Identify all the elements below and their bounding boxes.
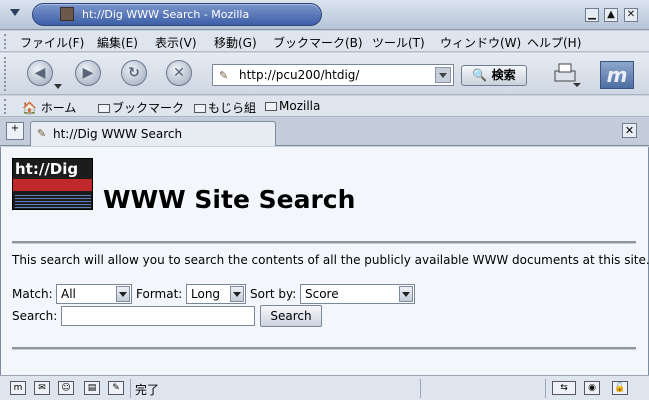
tab-bar: + ✎ ht://Dig WWW Search ✕ <box>0 118 649 146</box>
tab-htdig-search[interactable]: ✎ ht://Dig WWW Search <box>30 121 276 146</box>
online-status-icon[interactable]: ⇆ <box>552 381 576 395</box>
menu-file[interactable]: ファイル(F) <box>20 34 84 51</box>
navbar-grip[interactable] <box>4 57 8 91</box>
close-tab-button[interactable]: ✕ <box>622 123 637 138</box>
logo-lines <box>15 193 91 209</box>
sort-select[interactable]: Score <box>300 284 415 304</box>
privacy-icon[interactable]: ◉ <box>584 381 600 395</box>
search-label: Search: <box>12 309 58 323</box>
security-lock-icon[interactable]: 🔓 <box>612 381 628 395</box>
url-text[interactable]: http://pcu200/htdig/ <box>239 68 359 82</box>
page-title: WWW Site Search <box>103 185 356 214</box>
mozilla-taskbar-icon[interactable]: m <box>10 381 26 395</box>
bookmark-folder-mozilla[interactable]: Mozilla <box>265 99 320 113</box>
search-description: This search will allow you to search the… <box>12 253 649 267</box>
bookmark-folder-label: ブックマーク <box>112 101 185 115</box>
format-select[interactable]: Long <box>186 284 246 304</box>
persbar-grip[interactable] <box>4 99 8 114</box>
new-tab-icon[interactable]: + <box>6 122 24 140</box>
printer-paper-icon <box>558 63 572 73</box>
menu-edit[interactable]: 編集(E) <box>97 34 138 51</box>
menu-help[interactable]: ヘルプ(H) <box>527 34 581 51</box>
logo-text: ht://Dig <box>15 160 79 178</box>
address-book-icon[interactable]: ✎ <box>108 381 124 395</box>
forward-button[interactable]: ▶ <box>75 60 101 86</box>
chevron-down-icon <box>116 286 130 302</box>
back-history-dropdown-icon[interactable] <box>54 84 62 89</box>
print-button[interactable] <box>551 61 581 87</box>
menu-window[interactable]: ウィンドウ(W) <box>440 34 521 51</box>
mozilla-logo-icon[interactable]: m <box>600 61 634 89</box>
tab-label: ht://Dig WWW Search <box>53 127 183 141</box>
bookmark-home[interactable]: 🏠 ホーム <box>22 99 76 116</box>
bookmark-folder-label: もじら組 <box>208 101 257 115</box>
format-label: Format: <box>136 287 183 301</box>
magnifier-icon: 🔍 <box>472 68 488 82</box>
chevron-down-icon <box>230 286 244 302</box>
forward-arrow-icon: ▶ <box>82 65 94 81</box>
web-search-label: 検索 <box>491 68 516 82</box>
bookmark-folder-mojira[interactable]: もじら組 <box>194 99 256 116</box>
window-title: ht://Dig WWW Search - Mozilla <box>82 8 250 21</box>
navigation-toolbar: ◀ ▶ ↻ ✕ ✎ http://pcu200/htdig/ 🔍 検索 m <box>0 53 649 95</box>
bookmark-folder-label: Mozilla <box>279 99 321 113</box>
back-arrow-icon: ◀ <box>34 65 46 81</box>
print-dropdown-icon[interactable] <box>573 83 581 87</box>
menu-go[interactable]: 移動(G) <box>214 34 257 51</box>
page-icon: ✎ <box>219 69 229 82</box>
composer-icon[interactable]: ▤ <box>84 381 100 395</box>
web-search-button[interactable]: 🔍 検索 <box>461 65 527 86</box>
menu-tools[interactable]: ツール(T) <box>372 34 425 51</box>
maximize-button[interactable]: ▲ <box>604 8 618 22</box>
mail-icon[interactable]: ✉ <box>34 381 50 395</box>
status-separator <box>420 379 421 398</box>
folder-icon <box>265 102 277 111</box>
menubar-grip[interactable] <box>4 34 8 49</box>
reload-button[interactable]: ↻ <box>121 60 147 86</box>
close-button[interactable]: ✕ <box>624 8 638 22</box>
search-input[interactable] <box>61 306 255 326</box>
minimize-button[interactable]: ▁ <box>585 8 599 22</box>
match-select[interactable]: All <box>56 284 132 304</box>
url-dropdown-button[interactable] <box>435 67 451 83</box>
bookmark-home-label: ホーム <box>40 101 77 115</box>
format-select-value: Long <box>191 287 221 301</box>
status-separator <box>545 379 546 398</box>
match-label: Match: <box>12 287 53 301</box>
status-bar: m ✉ ☺ ▤ ✎ 完了 ⇆ ◉ 🔓 <box>0 375 649 400</box>
divider-top <box>12 241 636 244</box>
sort-label: Sort by: <box>250 287 297 301</box>
htdig-logo[interactable]: ht://Dig <box>12 158 93 210</box>
menu-view[interactable]: 表示(V) <box>155 34 197 51</box>
back-button[interactable]: ◀ <box>27 60 53 86</box>
page-icon: ✎ <box>37 127 47 140</box>
status-text: 完了 <box>135 383 160 397</box>
url-bar[interactable]: ✎ http://pcu200/htdig/ <box>212 64 454 86</box>
sort-select-value: Score <box>305 287 339 301</box>
stop-button[interactable]: ✕ <box>166 60 192 86</box>
folder-icon <box>194 104 206 113</box>
logo-band <box>13 179 92 191</box>
status-separator <box>130 379 131 398</box>
window-menu-icon[interactable] <box>10 9 20 16</box>
personal-toolbar: 🏠 ホーム ブックマーク もじら組 Mozilla <box>0 96 649 117</box>
search-button[interactable]: Search <box>260 305 322 327</box>
title-bar: ht://Dig WWW Search - Mozilla ▁ ▲ ✕ <box>0 0 649 30</box>
app-icon <box>60 7 74 21</box>
menu-bar: ファイル(F) 編集(E) 表示(V) 移動(G) ブックマーク(B) ツール(… <box>0 31 649 52</box>
stop-icon: ✕ <box>173 65 185 81</box>
chat-icon[interactable]: ☺ <box>58 381 74 395</box>
divider-bottom <box>12 347 636 350</box>
page-content: ht://Dig WWW Site Search This search wil… <box>0 147 649 375</box>
bookmark-folder-bookmarks[interactable]: ブックマーク <box>98 99 184 116</box>
home-icon: 🏠 <box>22 101 37 115</box>
match-select-value: All <box>61 287 76 301</box>
chevron-down-icon <box>399 286 413 302</box>
reload-icon: ↻ <box>128 65 140 81</box>
folder-icon <box>98 104 110 113</box>
menu-bookmarks[interactable]: ブックマーク(B) <box>273 34 363 51</box>
